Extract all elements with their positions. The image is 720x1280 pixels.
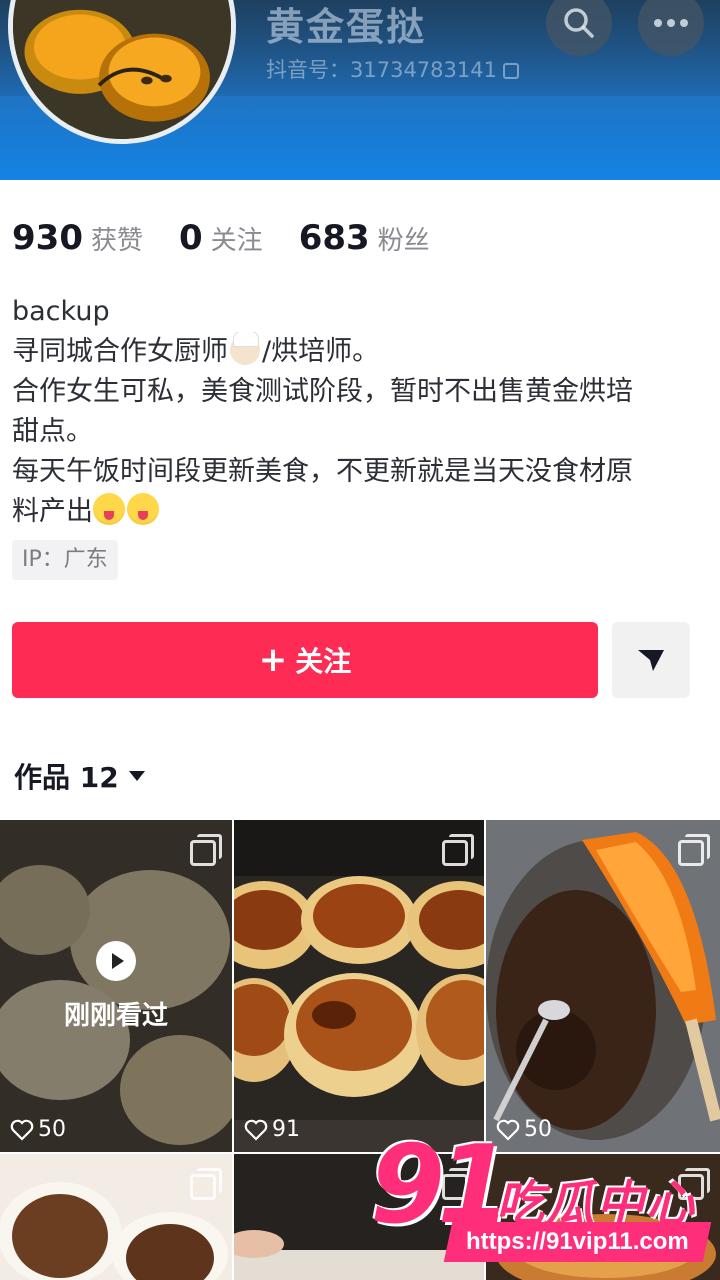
work-likes-count: 50 <box>38 1117 66 1142</box>
bio-line: backup <box>12 296 110 327</box>
stat-likes-count: 930 <box>12 218 83 258</box>
ip-location-tag: IP：广东 <box>12 540 118 580</box>
works-tab[interactable]: 作品 12 <box>14 756 145 796</box>
stat-followers-count: 683 <box>298 218 370 258</box>
plus-icon: + <box>258 640 288 680</box>
multi-image-icon <box>442 834 474 866</box>
douyin-id[interactable]: 抖音号：31734783141 <box>266 54 519 84</box>
work-likes-count: 91 <box>272 1117 300 1142</box>
caret-down-icon <box>128 771 145 781</box>
copy-icon[interactable] <box>502 63 519 79</box>
works-tab-label: 作品 12 <box>14 761 119 794</box>
work-thumbnail <box>234 820 484 1152</box>
watermark-url: https://91vip11.com <box>443 1222 712 1262</box>
search-icon <box>564 8 594 38</box>
profile-nickname: 黄金蛋挞 <box>266 5 427 49</box>
douyin-id-text: 抖音号：31734783141 <box>266 58 497 82</box>
stat-followers-label: 粉丝 <box>377 226 430 256</box>
stat-following[interactable]: 0 关注 <box>179 218 263 258</box>
bio-text: /烘培师。 <box>262 336 380 367</box>
recently-watched-overlay: 刚刚看过 <box>0 820 232 1152</box>
heart-icon <box>244 1119 268 1141</box>
follow-button[interactable]: + 关注 <box>12 622 598 698</box>
heart-icon <box>10 1119 34 1141</box>
work-tile[interactable]: 刚刚看过 50 <box>0 820 232 1152</box>
bio-line: 甜点。 <box>12 416 93 447</box>
recently-watched-label: 刚刚看过 <box>63 1000 168 1031</box>
stat-following-count: 0 <box>179 218 203 258</box>
bio-line: 寻同城合作女厨师/烘培师。 <box>12 332 708 372</box>
multi-image-icon <box>678 834 710 866</box>
bio-text: 料产出 <box>12 496 93 527</box>
bio-text: 寻同城合作女厨师 <box>12 336 228 367</box>
stat-likes[interactable]: 930 获赞 <box>12 218 143 258</box>
watermark-logo: 91 吃瓜中心 https://91vip11.com <box>368 1126 720 1280</box>
follow-button-label: 关注 <box>295 645 352 678</box>
stat-likes-label: 获赞 <box>90 226 143 256</box>
work-tile[interactable] <box>0 1154 232 1280</box>
play-icon <box>96 940 136 981</box>
work-likes: 91 <box>244 1117 300 1142</box>
work-tile[interactable]: 91 <box>234 820 484 1152</box>
profile-stats: 930 获赞 0 关注 683 粉丝 <box>12 218 466 258</box>
avatar-image <box>13 0 231 139</box>
multi-image-icon <box>190 1168 222 1200</box>
multi-image-icon <box>190 834 222 866</box>
tongue-emoji-icon <box>127 493 159 525</box>
triangle-share-icon <box>638 650 664 671</box>
bio-line: 每天午饭时间段更新美食，不更新就是当天没食材原 <box>12 456 633 487</box>
work-thumbnail <box>486 820 720 1152</box>
bio-line: 料产出 <box>12 492 708 532</box>
avatar[interactable] <box>8 0 236 144</box>
watermark-url-text: https://91vip11.com <box>466 1228 689 1255</box>
stat-following-label: 关注 <box>210 226 263 256</box>
more-icon <box>654 19 688 27</box>
chef-emoji-icon <box>230 332 260 365</box>
profile-bio: backup 寻同城合作女厨师/烘培师。 合作女生可私，美食测试阶段，暂时不出售… <box>12 292 708 532</box>
work-tile[interactable]: 50 <box>486 820 720 1152</box>
bio-line: 合作女生可私，美食测试阶段，暂时不出售黄金烘培 <box>12 376 633 407</box>
stat-followers[interactable]: 683 粉丝 <box>299 218 430 258</box>
tongue-emoji-icon <box>93 493 125 525</box>
work-likes: 50 <box>10 1117 66 1142</box>
share-dropdown-button[interactable] <box>612 622 690 698</box>
profile-header: 黄金蛋挞 抖音号：31734783141 <box>0 0 720 180</box>
